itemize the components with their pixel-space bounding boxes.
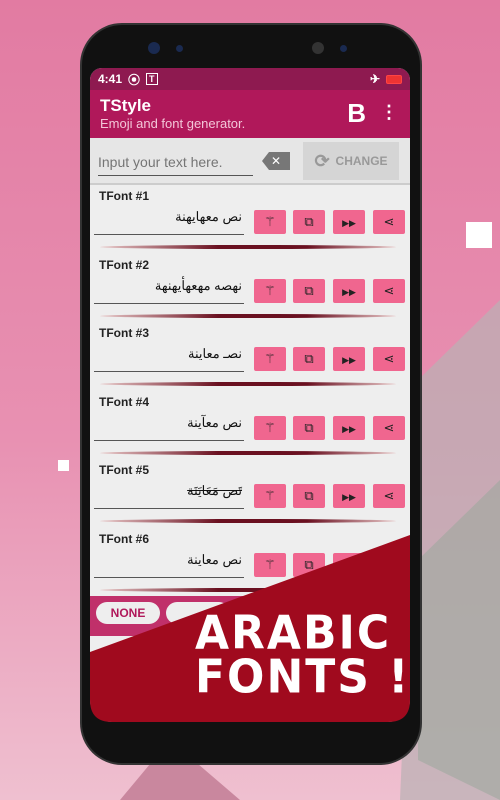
send-button[interactable]: ▶▶ bbox=[333, 484, 365, 508]
promo-line-2: FONTS ! bbox=[195, 650, 411, 705]
magic-wand-button[interactable]: ⚚ bbox=[254, 347, 286, 371]
font-row: TFont #4 نص معآينة ⚚ ⧉ ▶▶ ⋖ bbox=[90, 391, 410, 460]
copy-icon: ⧉ bbox=[304, 282, 314, 298]
send-icon: ▶▶ bbox=[342, 286, 356, 297]
font-preview[interactable]: نصـ معاينة bbox=[94, 346, 244, 372]
send-button[interactable]: ▶▶ bbox=[333, 415, 365, 440]
font-row: TFont #1 نص معهايهنة ⚚ ⧉ ▶▶ ⋖ bbox=[90, 185, 410, 254]
more-vert-icon[interactable]: ⋮ bbox=[380, 102, 398, 123]
refresh-icon: ⟳ bbox=[314, 150, 330, 171]
divider bbox=[100, 245, 396, 249]
clear-icon[interactable]: ✕ bbox=[262, 152, 290, 170]
magic-wand-button[interactable]: ⚚ bbox=[254, 210, 286, 234]
record-icon: ⦿ bbox=[128, 72, 141, 87]
magic-wand-button[interactable]: ⚚ bbox=[254, 484, 286, 508]
status-bar: 4:41 ⦿ T ✈ bbox=[90, 68, 410, 90]
send-button[interactable]: ▶▶ bbox=[333, 210, 365, 234]
font-row: TFont #6 نص معاينة ⚚ ⧉ ▶▶ ⋖ bbox=[90, 528, 410, 597]
copy-icon: ⧉ bbox=[304, 351, 314, 366]
font-label: TFont #4 bbox=[99, 394, 149, 409]
copy-button[interactable]: ⧉ bbox=[293, 278, 325, 303]
send-button[interactable]: ▶▶ bbox=[333, 347, 365, 371]
clock: 4:41 bbox=[98, 72, 123, 86]
text-input[interactable] bbox=[98, 148, 253, 176]
font-label: TFont #3 bbox=[99, 326, 149, 340]
font-preview[interactable]: نص معاينة bbox=[94, 552, 244, 578]
font-row: TFont #5 تَص مَعَايَنَة ⚚ ⧉ ▶▶ ⋖ bbox=[90, 459, 410, 528]
font-preview[interactable]: نص معهايهنة bbox=[94, 209, 244, 235]
share-button[interactable]: ⋖ bbox=[373, 552, 405, 577]
copy-icon: ⧉ bbox=[304, 556, 314, 572]
share-icon: ⋖ bbox=[383, 419, 395, 435]
copy-button[interactable]: ⧉ bbox=[293, 415, 325, 440]
share-icon: ⋖ bbox=[383, 282, 395, 298]
font-preview[interactable]: تَص مَعَايَنَة bbox=[94, 483, 244, 509]
copy-icon: ⧉ bbox=[304, 419, 314, 435]
send-icon: ▶▶ bbox=[342, 218, 356, 228]
copy-button[interactable]: ⧉ bbox=[293, 210, 325, 234]
magic-wand-icon: ⚚ bbox=[264, 214, 276, 229]
share-icon: ⋖ bbox=[383, 488, 395, 503]
divider bbox=[100, 587, 396, 592]
copy-button[interactable]: ⧉ bbox=[293, 347, 325, 371]
divider bbox=[100, 450, 396, 455]
copy-button[interactable]: ⧉ bbox=[293, 484, 325, 508]
app-bar: TStyle Emoji and font generator. B ⋮ bbox=[90, 90, 410, 138]
battery-icon bbox=[386, 74, 402, 84]
send-icon: ▶▶ bbox=[342, 560, 356, 571]
bold-button[interactable]: B bbox=[347, 98, 366, 129]
divider bbox=[100, 519, 396, 523]
share-button[interactable]: ⋖ bbox=[373, 210, 405, 234]
share-button[interactable]: ⋖ bbox=[373, 278, 405, 303]
share-icon: ⋖ bbox=[383, 351, 395, 366]
copy-button[interactable]: ⧉ bbox=[293, 552, 325, 577]
divider bbox=[100, 382, 396, 386]
share-button[interactable]: ⋖ bbox=[373, 347, 405, 371]
change-button[interactable]: ⟳ CHANGE bbox=[303, 142, 399, 180]
tstyle-icon: T bbox=[146, 73, 158, 85]
share-button[interactable]: ⋖ bbox=[373, 415, 405, 440]
share-button[interactable]: ⋖ bbox=[373, 484, 405, 508]
input-bar: ✕ ⟳CHANGE bbox=[90, 138, 410, 185]
font-preview[interactable]: نهصه مهعهأيهنهة bbox=[94, 278, 244, 304]
font-label: TFont #5 bbox=[99, 463, 149, 477]
divider bbox=[100, 313, 396, 318]
share-icon: ⋖ bbox=[383, 556, 395, 572]
font-row: TFont #3 نصـ معاينة ⚚ ⧉ ▶▶ ⋖ bbox=[90, 322, 410, 391]
copy-icon: ⧉ bbox=[304, 214, 314, 229]
magic-wand-icon: ⚚ bbox=[264, 419, 276, 435]
magic-wand-button[interactable]: ⚚ bbox=[254, 415, 286, 440]
send-button[interactable]: ▶▶ bbox=[333, 552, 365, 577]
airplane-icon: ✈ bbox=[369, 72, 380, 86]
magic-wand-button[interactable]: ⚚ bbox=[254, 278, 286, 303]
copy-icon: ⧉ bbox=[304, 488, 314, 503]
share-icon: ⋖ bbox=[383, 214, 395, 229]
magic-wand-button[interactable]: ⚚ bbox=[254, 552, 286, 577]
font-label: TFont #1 bbox=[99, 189, 149, 203]
font-list[interactable]: TFont #1 نص معهايهنة ⚚ ⧉ ▶▶ ⋖ TFont #2 نهصه م… bbox=[90, 185, 410, 596]
chip-none[interactable]: NONE bbox=[96, 602, 160, 624]
font-preview[interactable]: نص معآينة bbox=[94, 415, 244, 441]
font-label: TFont #6 bbox=[99, 531, 149, 546]
magic-wand-icon: ⚚ bbox=[264, 488, 276, 503]
magic-wand-icon: ⚚ bbox=[264, 556, 276, 572]
send-button[interactable]: ▶▶ bbox=[333, 278, 365, 303]
magic-wand-icon: ⚚ bbox=[264, 282, 276, 298]
send-icon: ▶▶ bbox=[342, 355, 356, 365]
magic-wand-icon: ⚚ bbox=[264, 351, 276, 366]
font-row: TFont #2 نهصه مهعهأيهنهة ⚚ ⧉ ▶▶ ⋖ bbox=[90, 254, 410, 323]
send-icon: ▶▶ bbox=[342, 492, 356, 502]
font-label: TFont #2 bbox=[99, 257, 149, 272]
send-icon: ▶▶ bbox=[342, 423, 356, 434]
